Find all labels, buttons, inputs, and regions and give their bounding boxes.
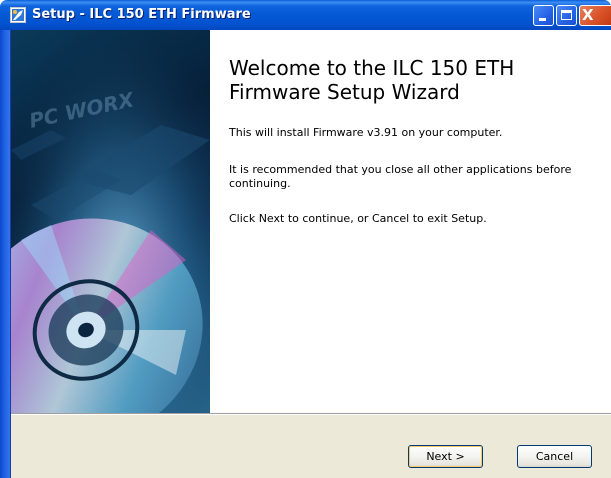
next-button[interactable]: Next > [408, 445, 483, 468]
next-cancel-hint-text: Click Next to continue, or Cancel to exi… [229, 212, 487, 225]
wizard-banner-image: PC WORX [11, 30, 210, 413]
wizard-body: PC WORX Welcome to the ILC 150 ETH Firmw… [11, 30, 611, 478]
install-info-text: This will install Firmware v3.91 on your… [229, 126, 503, 139]
title-bar[interactable]: Setup - ILC 150 ETH Firmware X [0, 0, 611, 30]
cd-artwork: PC WORX [11, 30, 210, 413]
welcome-panel: Welcome to the ILC 150 ETH Firmware Setu… [210, 30, 611, 413]
minimize-icon [539, 18, 546, 21]
minimize-button[interactable] [533, 5, 554, 26]
maximize-icon [561, 10, 572, 20]
window-title: Setup - ILC 150 ETH Firmware [32, 7, 251, 22]
close-button[interactable]: X [579, 5, 611, 26]
window-frame-left [0, 30, 10, 478]
wizard-footer: Next > Cancel [11, 415, 611, 478]
setup-wizard-window: Setup - ILC 150 ETH Firmware X PC WORX W… [0, 0, 611, 478]
close-apps-text: It is recommended that you close all oth… [229, 163, 572, 190]
maximize-button[interactable] [556, 5, 577, 26]
page-title: Welcome to the ILC 150 ETH Firmware Setu… [229, 56, 515, 104]
cancel-button[interactable]: Cancel [517, 445, 592, 468]
close-icon: X [582, 6, 594, 24]
setup-app-icon [10, 7, 26, 23]
